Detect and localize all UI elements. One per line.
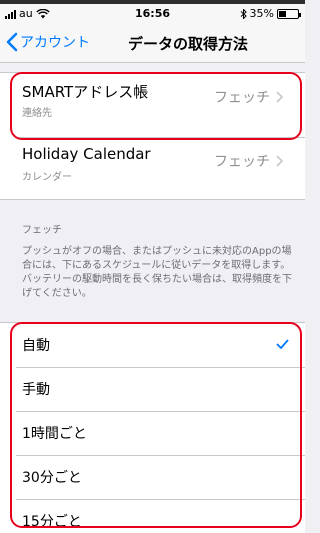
- status-bar: au 16:56 35%: [0, 4, 305, 23]
- option-label: 1時間ごと: [22, 426, 87, 442]
- account-subtitle: 連絡先: [22, 108, 52, 119]
- fetch-value-label: フェッチ: [214, 90, 270, 106]
- fetch-section-note: プッシュがオフの場合、またはプッシュに未対応のAppの場合には、下にあるスケジュ…: [22, 246, 292, 299]
- option-label: 30分ごと: [22, 470, 82, 486]
- battery-icon: [277, 8, 301, 19]
- bluetooth-icon: [240, 8, 247, 19]
- fetch-section-header: フェッチ: [22, 225, 62, 236]
- account-fetch-value: フェッチ: [214, 151, 283, 171]
- chevron-right-icon: [276, 155, 283, 167]
- checkmark-icon: [276, 339, 289, 349]
- option-row-15min[interactable]: 15分ごと: [0, 499, 305, 533]
- chevron-right-icon: [276, 91, 283, 103]
- account-fetch-value: フェッチ: [214, 87, 283, 107]
- fetch-options-list: 自動 手動 1時間ごと 30分ごと 15分ごと: [0, 322, 305, 533]
- account-row-smart-address-book[interactable]: SMARTアドレス帳 連絡先 フェッチ: [0, 73, 305, 137]
- option-label: 自動: [22, 338, 50, 354]
- account-name: Holiday Calendar: [22, 145, 151, 163]
- fetch-value-label: フェッチ: [214, 154, 270, 170]
- account-list: SMARTアドレス帳 連絡先 フェッチ Holiday Calendar カレン…: [0, 72, 305, 200]
- back-button[interactable]: アカウント: [6, 32, 90, 52]
- nav-bar: アカウント データの取得方法: [0, 23, 305, 63]
- option-label: 15分ごと: [22, 514, 82, 530]
- battery-percent: 35%: [249, 7, 274, 20]
- account-row-holiday-calendar[interactable]: Holiday Calendar カレンダー フェッチ: [0, 137, 305, 201]
- account-name: SMARTアドレス帳: [22, 83, 149, 101]
- status-right: 35%: [240, 7, 301, 20]
- page-title: データの取得方法: [128, 35, 249, 53]
- option-row-30min[interactable]: 30分ごと: [0, 455, 305, 499]
- back-label: アカウント: [20, 35, 90, 51]
- option-label: 手動: [22, 382, 50, 398]
- account-subtitle: カレンダー: [22, 172, 72, 183]
- chevron-left-icon: [6, 32, 18, 52]
- option-row-auto[interactable]: 自動: [0, 323, 305, 367]
- option-row-hourly[interactable]: 1時間ごと: [0, 411, 305, 455]
- option-row-manual[interactable]: 手動: [0, 367, 305, 411]
